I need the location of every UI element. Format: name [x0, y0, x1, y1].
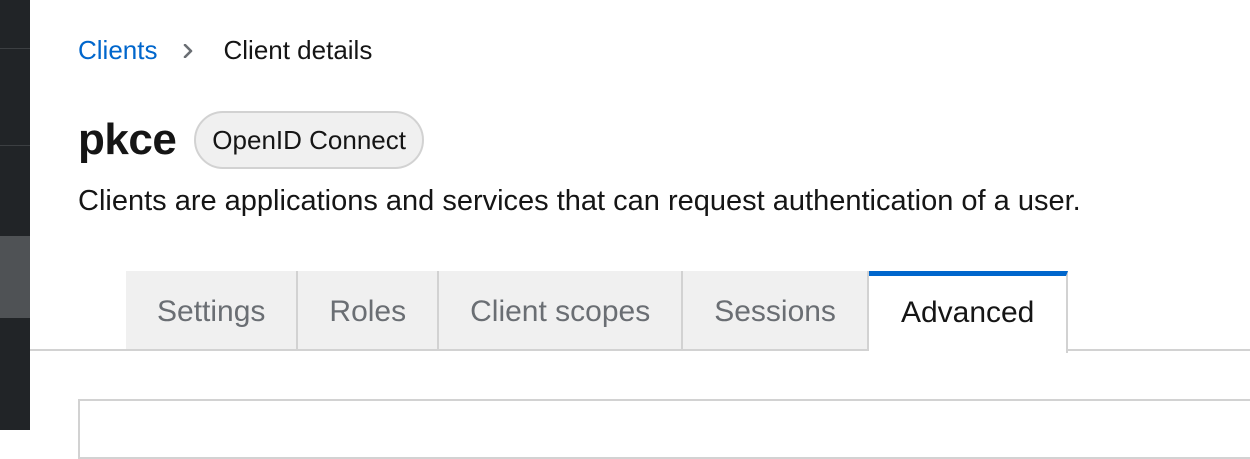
nav-item-active[interactable]: [0, 236, 30, 318]
tab-content-panel: [78, 399, 1250, 459]
breadcrumb-clients-link[interactable]: Clients: [78, 34, 157, 66]
protocol-badge: OpenID Connect: [194, 111, 424, 169]
nav-divider: [0, 145, 30, 146]
tab-advanced[interactable]: Advanced: [869, 271, 1068, 353]
breadcrumb: Clients Client details: [78, 34, 372, 66]
tab-roles[interactable]: Roles: [298, 271, 439, 351]
nav-divider: [0, 48, 30, 49]
tab-sessions[interactable]: Sessions: [683, 271, 869, 351]
title-row: pkce OpenID Connect: [78, 110, 424, 170]
breadcrumb-current: Client details: [223, 34, 372, 66]
tab-client-scopes[interactable]: Client scopes: [439, 271, 683, 351]
page-description: Clients are applications and services th…: [78, 182, 1081, 220]
main-content: Clients Client details pkce OpenID Conne…: [30, 0, 1250, 430]
side-nav: [0, 0, 30, 430]
chevron-right-icon: [175, 34, 203, 66]
page-title: pkce: [78, 110, 176, 170]
tab-settings[interactable]: Settings: [126, 271, 298, 351]
client-tabs: Settings Roles Client scopes Sessions Ad…: [126, 271, 1068, 351]
